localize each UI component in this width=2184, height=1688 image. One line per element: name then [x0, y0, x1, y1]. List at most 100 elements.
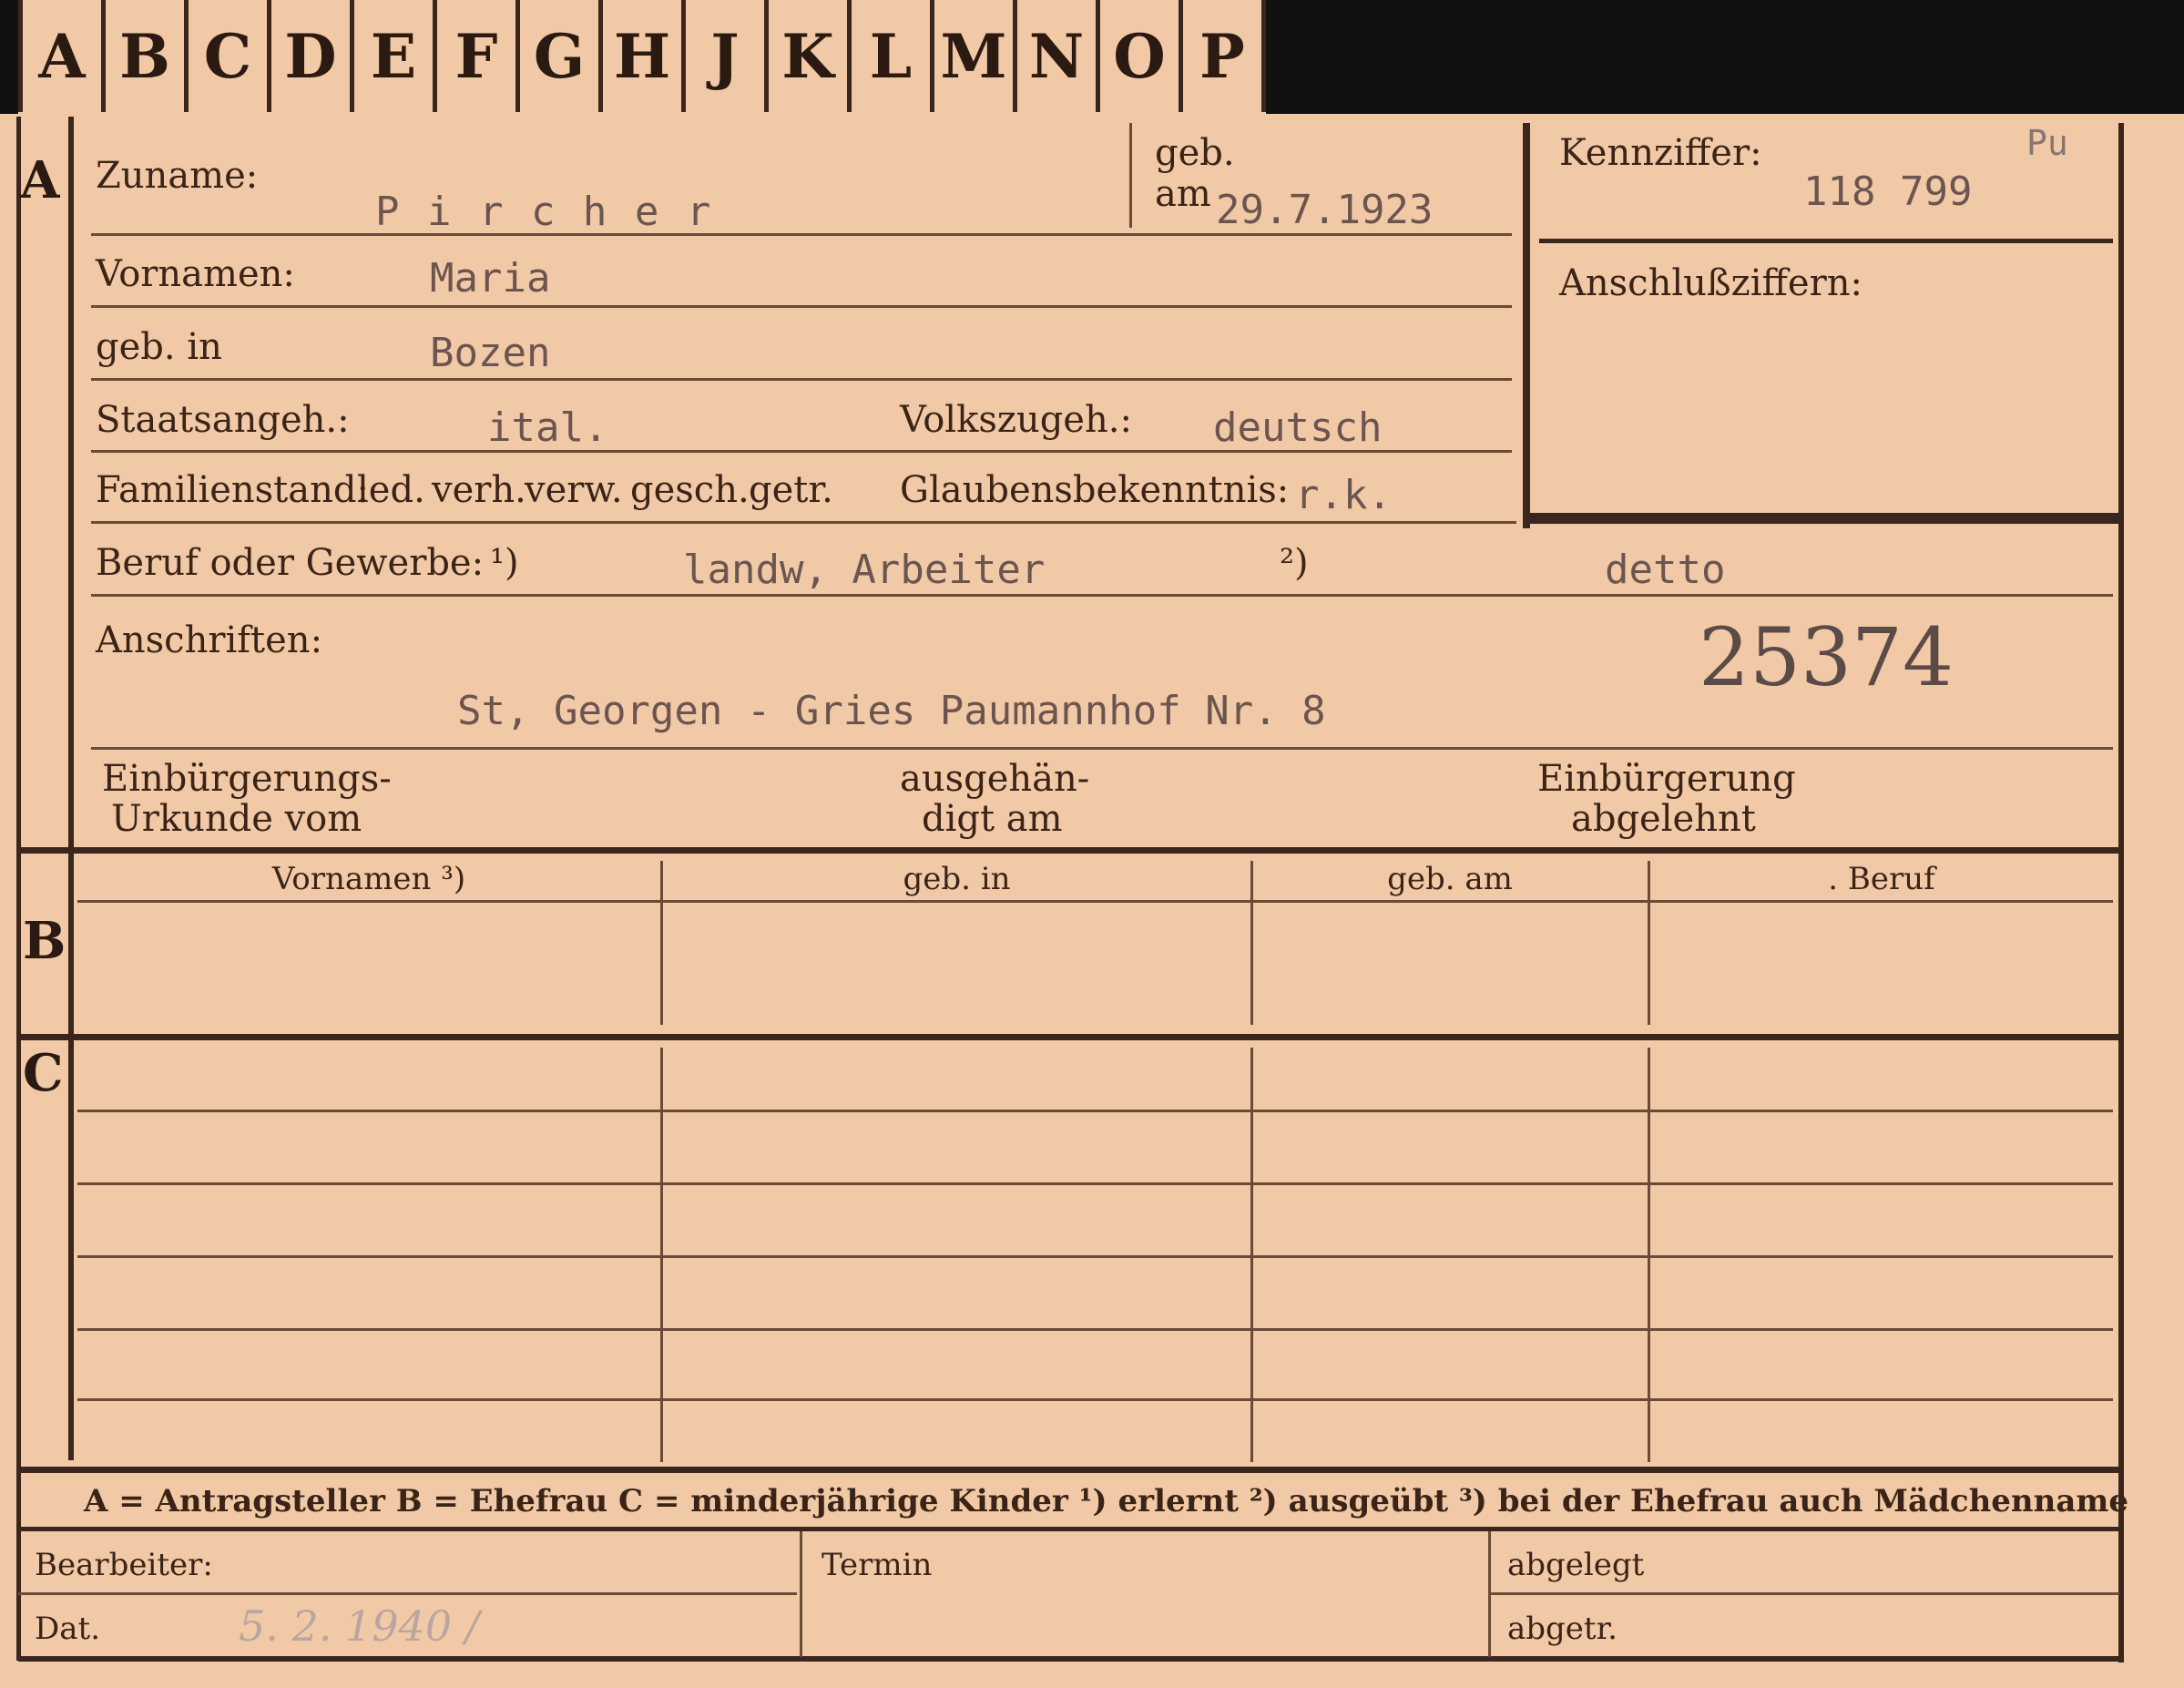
kennziffer-label: Kennziffer:	[1559, 132, 1762, 174]
ausgehaendigt-label-1: ausgehän-	[900, 758, 1090, 800]
abgelegt-line	[1491, 1592, 2119, 1595]
geb-divider	[1129, 123, 1132, 228]
zuname-line	[91, 233, 1512, 236]
vornamen-label: Vornamen:	[96, 253, 295, 295]
section-c-marker: C	[23, 1043, 64, 1103]
bearbeiter-label: Bearbeiter:	[35, 1547, 213, 1583]
geb-in-line	[91, 378, 1512, 381]
tab-o[interactable]: O	[1100, 0, 1183, 112]
tab-d[interactable]: D	[271, 0, 354, 112]
vornamen-value: Maria	[430, 255, 551, 302]
section-c-row-line-5	[77, 1398, 2113, 1401]
ausgehaendigt-label-2: digt am	[922, 798, 1063, 840]
familienstand-option-verh[interactable]: verh.	[432, 469, 526, 511]
volkszugeh-value: deutsch	[1213, 404, 1383, 451]
termin-label: Termin	[822, 1547, 933, 1583]
section-c-row-line-1	[77, 1110, 2113, 1112]
section-b-col-divider-3	[1648, 861, 1650, 1025]
volkszugeh-label: Volkszugeh.:	[900, 399, 1132, 441]
beruf-line	[91, 594, 2113, 597]
einb-abgelehnt-label-1: Einbürgerung	[1537, 758, 1796, 800]
beruf-mark-1: ¹)	[490, 542, 519, 584]
staatsangeh-value: ital.	[487, 404, 608, 451]
section-c-row-line-2	[77, 1182, 2113, 1185]
section-b-bottom	[18, 1034, 2124, 1040]
tab-m[interactable]: M	[934, 0, 1017, 112]
geb-am-value: 29.7.1923	[1216, 187, 1434, 233]
tab-n[interactable]: N	[1017, 0, 1100, 112]
tab-k[interactable]: K	[769, 0, 852, 112]
familienstand-option-getr[interactable]: getr.	[749, 469, 833, 511]
column-geb-am: geb. am	[1387, 861, 1513, 897]
familienstand-option-verw[interactable]: verw.	[525, 469, 623, 511]
left-border	[16, 117, 21, 1661]
familienstand-option-led[interactable]: led.	[357, 469, 425, 511]
section-c-bottom	[18, 1467, 2124, 1473]
glaubens-value: r.k.	[1295, 472, 1392, 518]
tab-f[interactable]: F	[437, 0, 520, 112]
section-b-col-divider-1	[660, 861, 663, 1025]
beruf-mark-2: ²)	[1280, 542, 1309, 584]
left-margin-line	[68, 117, 74, 1460]
einb-urkunde-label-2: Urkunde vom	[111, 798, 362, 840]
geb-in-label: geb. in	[96, 326, 222, 368]
tab-p[interactable]: P	[1183, 0, 1266, 112]
kennziffer-box-left	[1523, 123, 1530, 528]
geb-in-value: Bozen	[430, 330, 551, 376]
staatsangeh-line	[91, 450, 1512, 453]
vornamen-line	[91, 305, 1512, 308]
beruf-value-1: landw, Arbeiter	[683, 547, 1046, 593]
section-c-row-line-4	[77, 1328, 2113, 1331]
legend-text: A = Antragsteller B = Ehefrau C = minder…	[84, 1483, 2128, 1519]
einb-abgelehnt-label-2: abgelehnt	[1571, 798, 1756, 840]
einb-urkunde-label-1: Einbürgerungs-	[102, 758, 392, 800]
tab-b[interactable]: B	[106, 0, 189, 112]
beruf-value-2: detto	[1605, 547, 1726, 593]
glaubens-label: Glaubensbekenntnis:	[900, 469, 1290, 511]
abgelegt-label: abgelegt	[1507, 1547, 1645, 1583]
beruf-label: Beruf oder Gewerbe:	[96, 542, 485, 584]
column-beruf: . Beruf	[1828, 861, 1935, 897]
stamp-number: 25374	[1699, 610, 1954, 704]
alphabet-tab-strip: A B C D E F G H J K L M N O P	[18, 0, 1266, 121]
section-b-col-divider-2	[1250, 861, 1253, 1025]
section-c-row-line-3	[77, 1255, 2113, 1258]
kennziffer-box-bottom	[1523, 513, 2124, 524]
legend-bottom	[18, 1527, 2124, 1531]
anschriften-label: Anschriften:	[96, 619, 323, 661]
tab-g[interactable]: G	[520, 0, 603, 112]
section-a-bottom	[18, 847, 2124, 854]
zuname-label: Zuname:	[96, 155, 259, 197]
staatsangeh-label: Staatsangeh.:	[96, 399, 350, 441]
tab-h[interactable]: H	[603, 0, 686, 112]
kennziffer-value: 118 799	[1803, 169, 1973, 215]
zuname-value: P i r c h e r	[375, 189, 713, 235]
column-vornamen: Vornamen ³)	[271, 861, 466, 897]
geb-label: geb.	[1155, 132, 1235, 174]
familienstand-line	[91, 521, 1516, 524]
kennziffer-note: Pu	[2026, 123, 2068, 163]
abgetr-label: abgetr.	[1507, 1611, 1618, 1647]
anschriften-value: St, Georgen - Gries Paumannhof Nr. 8	[457, 688, 1326, 734]
am-label: am	[1155, 173, 1211, 215]
section-b-marker: B	[23, 911, 66, 971]
tab-a[interactable]: A	[18, 0, 106, 112]
bottom-border	[18, 1656, 2122, 1662]
tab-e[interactable]: E	[354, 0, 437, 112]
tab-j[interactable]: J	[686, 0, 769, 112]
right-border	[2118, 123, 2124, 1662]
tab-l[interactable]: L	[852, 0, 934, 112]
section-b-header-line	[77, 900, 2113, 903]
anschluss-label: Anschlußziffern:	[1559, 262, 1863, 304]
familienstand-label: Familienstand:	[96, 469, 369, 511]
section-a-marker: A	[20, 150, 60, 210]
column-geb-in: geb. in	[903, 861, 1011, 897]
bearbeiter-line	[18, 1592, 797, 1595]
dat-value: 5. 2. 1940 /	[239, 1601, 480, 1651]
dat-label: Dat.	[35, 1611, 101, 1647]
footer-divider-1	[800, 1531, 802, 1657]
tab-c[interactable]: C	[189, 0, 271, 112]
kennziffer-box-divider	[1539, 239, 2113, 243]
familienstand-option-gesch[interactable]: gesch.	[630, 469, 750, 511]
anschriften-line	[91, 747, 2113, 750]
